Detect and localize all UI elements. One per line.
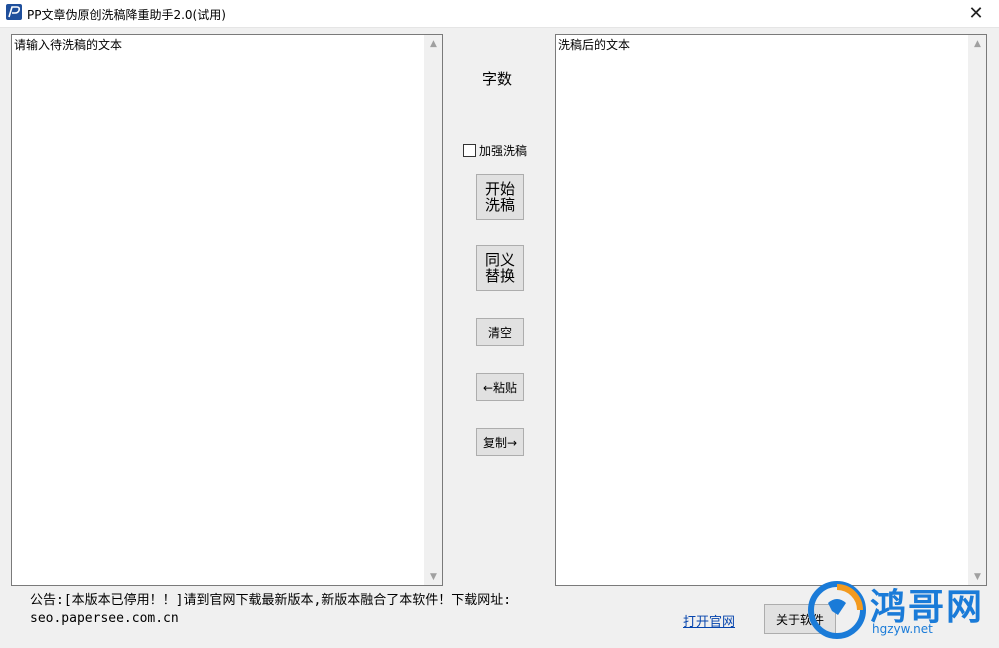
paste-button[interactable]: ←粘贴 <box>476 373 524 401</box>
notice-line-2: seo.papersee.com.cn <box>30 611 179 626</box>
notice-line-1: 公告:[本版本已停用！！]请到官网下载最新版本,新版本融合了本软件！下载网址: <box>30 593 512 608</box>
output-textarea[interactable]: 洗稿后的文本 ▲ ▼ <box>555 34 987 586</box>
watermark-logo: 鸿哥网 hgzyw.net <box>808 578 999 648</box>
enhance-checkbox-label: 加强洗稿 <box>479 144 528 158</box>
enhance-checkbox[interactable] <box>463 144 476 157</box>
scroll-up-icon[interactable]: ▲ <box>969 35 986 52</box>
close-button[interactable]: ✕ <box>953 0 999 27</box>
scroll-down-icon[interactable]: ▼ <box>425 568 442 585</box>
input-scrollbar[interactable]: ▲ ▼ <box>424 35 442 585</box>
window-title: PP文章伪原创洗稿降重助手2.0(试用) <box>27 8 226 22</box>
start-rewrite-button[interactable]: 开始 洗稿 <box>476 174 524 220</box>
copy-button[interactable]: 复制→ <box>476 428 524 456</box>
synonym-replace-button[interactable]: 同义 替换 <box>476 245 524 291</box>
app-logo-icon <box>6 4 22 20</box>
open-website-link[interactable]: 打开官网 <box>683 611 735 630</box>
output-text: 洗稿后的文本 <box>558 38 631 52</box>
word-count-label: 字数 <box>482 70 513 88</box>
input-text: 请输入待洗稿的文本 <box>14 38 123 52</box>
close-icon: ✕ <box>968 3 984 24</box>
watermark-url: hgzyw.net <box>872 622 933 636</box>
enhance-checkbox-row[interactable]: 加强洗稿 <box>463 142 527 159</box>
notice-text: 公告:[本版本已停用！！]请到官网下载最新版本,新版本融合了本软件！下载网址: … <box>30 592 511 628</box>
watermark-globe-icon <box>808 581 866 639</box>
input-textarea[interactable]: 请输入待洗稿的文本 ▲ ▼ <box>11 34 443 586</box>
scroll-up-icon[interactable]: ▲ <box>425 35 442 52</box>
output-scrollbar[interactable]: ▲ ▼ <box>968 35 986 585</box>
clear-button[interactable]: 清空 <box>476 318 524 346</box>
title-bar: PP文章伪原创洗稿降重助手2.0(试用) ✕ <box>0 0 999 28</box>
